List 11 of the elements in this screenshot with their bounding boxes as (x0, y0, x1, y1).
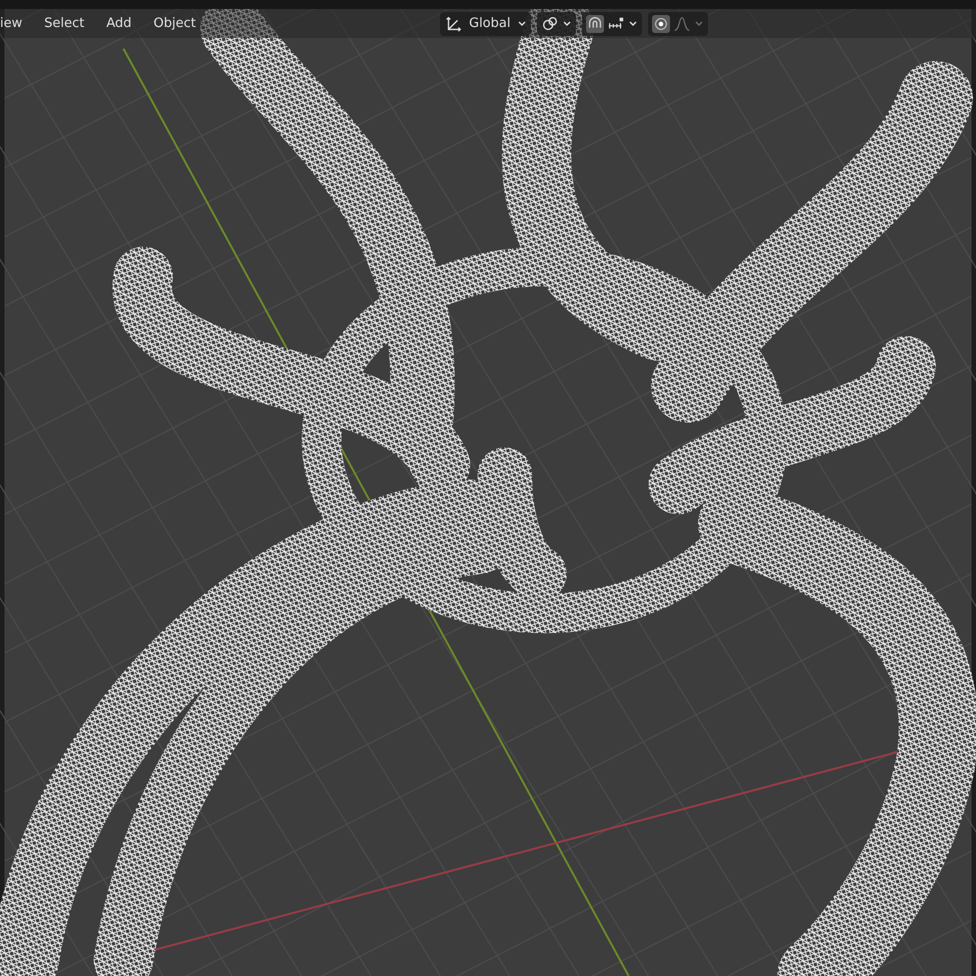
caret-icon[interactable] (628, 18, 638, 28)
proportional-editing-icon[interactable] (652, 14, 670, 32)
menu-item[interactable]: Select (44, 16, 84, 31)
axes-icon[interactable] (444, 14, 462, 32)
magnet-icon[interactable] (586, 14, 604, 32)
link-icon[interactable] (541, 14, 560, 32)
menu-item[interactable]: iew (0, 16, 22, 31)
caret-icon[interactable] (562, 18, 572, 28)
menu-item[interactable]: Object (154, 16, 196, 31)
menu-item[interactable]: Add (106, 16, 132, 31)
caret-icon[interactable] (517, 18, 528, 28)
